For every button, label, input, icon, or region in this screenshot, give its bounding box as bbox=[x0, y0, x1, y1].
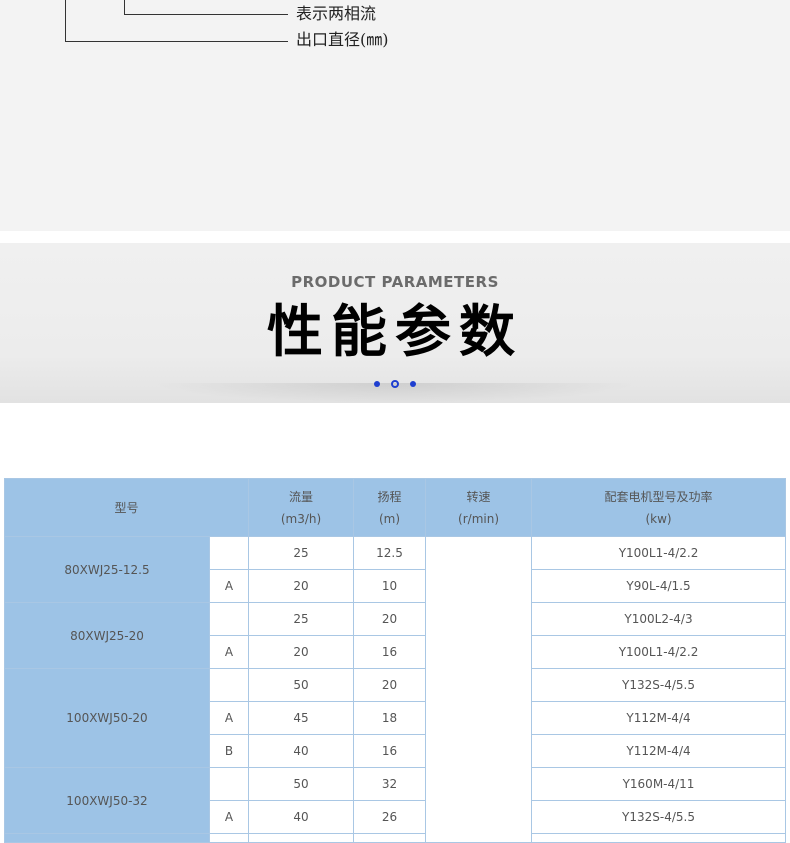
motor-cell: Y160M-4/11 bbox=[531, 767, 787, 801]
head-cell: 20 bbox=[353, 668, 427, 702]
ring-dot-icon bbox=[391, 379, 399, 388]
banner-title: 性能参数 bbox=[267, 300, 523, 365]
table-header-row: 型号 流量 (m3/h) 扬程 (m) 转速 (r/min) 配套电机型号及功率 (kw… bbox=[3, 478, 787, 537]
head-cell: 26 bbox=[353, 800, 427, 834]
flow-cell: 50 bbox=[248, 767, 355, 801]
header-head-unit: (m) bbox=[378, 511, 401, 526]
flow-cell: 20 bbox=[248, 569, 355, 603]
header-motor: 配套电机型号及功率 (kw) bbox=[531, 478, 787, 537]
variant-cell bbox=[208, 668, 250, 702]
model-cell: 80XWJ25-12.5 bbox=[4, 536, 210, 603]
motor-cell: Y100L1-4/2.2 bbox=[531, 635, 787, 669]
model-cell: 80XWJ25-20 bbox=[4, 602, 210, 669]
label-two-phase-flow: 表示两相流 bbox=[296, 4, 377, 23]
flow-cell: 40 bbox=[248, 800, 355, 834]
parameters-table: 型号 流量 (m3/h) 扬程 (m) 转速 (r/min) 配套电机型号及功率 (kw… bbox=[3, 478, 787, 843]
dot-icon bbox=[410, 380, 417, 387]
header-speed-unit: (r/min) bbox=[458, 511, 499, 526]
bracket-inner-vertical bbox=[124, 0, 125, 14]
variant-cell: A bbox=[208, 635, 250, 669]
variant-cell bbox=[208, 767, 250, 801]
head-cell: 32 bbox=[353, 767, 427, 801]
bracket-inner-horizontal bbox=[124, 14, 288, 15]
motor-cell: Y90L-4/1.5 bbox=[531, 569, 787, 603]
motor-cell: Y100L1-4/2.2 bbox=[531, 536, 787, 570]
header-motor-unit: (kw) bbox=[645, 511, 672, 526]
flow-cell: 25 bbox=[248, 602, 355, 636]
variant-cell bbox=[208, 536, 250, 570]
motor-cell: Y112M-4/4 bbox=[531, 701, 787, 735]
head-cell: 16 bbox=[353, 734, 427, 768]
banner-subtitle: PRODUCT PARAMETERS bbox=[291, 273, 499, 291]
header-head-label: 扬程 bbox=[377, 489, 402, 504]
head-cell: 10 bbox=[353, 569, 427, 603]
variant-cell: A bbox=[208, 701, 250, 735]
dot-icon bbox=[373, 380, 380, 387]
table-row: 80XWJ25-12.5 25 12.5 Y100L1-4/2.2 bbox=[4, 536, 787, 843]
motor-cell: Y100L2-4/3 bbox=[531, 602, 787, 636]
motor-cell bbox=[531, 833, 787, 843]
head-cell: 12.5 bbox=[353, 536, 427, 570]
header-motor-label: 配套电机型号及功率 bbox=[604, 489, 713, 504]
flow-cell: 45 bbox=[248, 701, 355, 735]
variant-cell: A bbox=[208, 800, 250, 834]
banner-dots bbox=[0, 373, 790, 392]
motor-cell: Y132S-4/5.5 bbox=[531, 800, 787, 834]
header-model: 型号 bbox=[3, 478, 250, 537]
flow-cell: 40 bbox=[248, 734, 355, 768]
head-cell: 16 bbox=[353, 635, 427, 669]
head-cell: 20 bbox=[353, 602, 427, 636]
flow-cell bbox=[248, 833, 355, 843]
header-head: 扬程 (m) bbox=[353, 478, 427, 537]
header-flow-label: 流量 bbox=[289, 489, 314, 504]
variant-cell bbox=[208, 833, 250, 843]
model-cell: 100XWJ50-20 bbox=[4, 668, 210, 768]
model-cell: 100XWJ50-32 bbox=[4, 767, 210, 834]
header-speed-label: 转速 bbox=[466, 489, 491, 504]
variant-cell: A bbox=[208, 569, 250, 603]
table-row: 80XWJ25-20 25 20 Y100L2-4/3 bbox=[4, 602, 787, 669]
header-flow-unit: (m3/h) bbox=[280, 511, 322, 526]
flow-cell: 20 bbox=[248, 635, 355, 669]
label-outlet-diameter: 出口直径(㎜) bbox=[296, 30, 389, 49]
speed-cell bbox=[425, 536, 533, 843]
table-row: 100XWJ50-32 50 32 Y160M-4/11 bbox=[4, 767, 787, 834]
header-speed: 转速 (r/min) bbox=[425, 478, 533, 537]
variant-cell: B bbox=[208, 734, 250, 768]
variant-cell bbox=[208, 602, 250, 636]
flow-cell: 25 bbox=[248, 536, 355, 570]
table-row: 100XWJ50-20 50 20 Y132S-4/5.5 bbox=[4, 668, 787, 768]
motor-cell: Y112M-4/4 bbox=[531, 734, 787, 768]
table-row bbox=[4, 833, 787, 843]
model-designation-diagram: 表示两相流 出口直径(㎜) bbox=[0, 0, 790, 231]
head-cell: 18 bbox=[353, 701, 427, 735]
section-banner: PRODUCT PARAMETERS 性能参数 bbox=[0, 243, 790, 403]
model-cell bbox=[4, 833, 210, 843]
flow-cell: 50 bbox=[248, 668, 355, 702]
head-cell bbox=[353, 833, 427, 843]
bracket-outer-horizontal bbox=[65, 41, 288, 42]
header-flow: 流量 (m3/h) bbox=[248, 478, 355, 537]
bracket-outer-vertical bbox=[65, 0, 66, 41]
motor-cell: Y132S-4/5.5 bbox=[531, 668, 787, 702]
